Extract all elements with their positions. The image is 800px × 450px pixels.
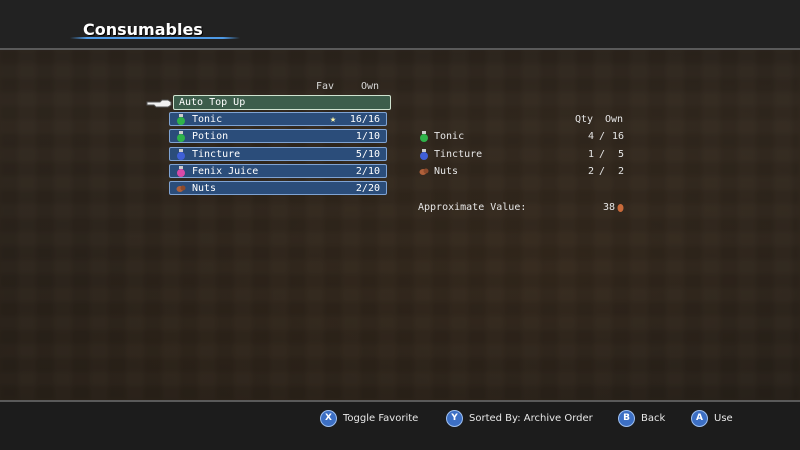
auto-top-up-button[interactable]: Auto Top Up (173, 95, 391, 110)
x-button-icon: X (320, 409, 337, 427)
nuts-icon (419, 168, 429, 175)
header-bar: Consumables (0, 0, 800, 50)
a-button-icon: A (691, 409, 708, 427)
item-name: Nuts (192, 183, 217, 194)
summary-item-qty: 1 (588, 149, 595, 160)
b-button-icon: B (618, 409, 635, 427)
item-own: 2/10 (355, 166, 380, 177)
hint-back[interactable]: B Back (618, 409, 665, 427)
item-own: 1/10 (355, 131, 380, 142)
hint-sort[interactable]: Y Sorted By: Archive Order (446, 409, 593, 427)
approximate-value-label: Approximate Value: (418, 202, 527, 213)
tincture-icon (177, 149, 185, 160)
tonic-icon (177, 114, 185, 125)
item-name: Tonic (192, 114, 223, 125)
column-header-own: Own (361, 81, 380, 92)
summary-item-own: 5 (618, 149, 625, 160)
approximate-value: 38 (603, 202, 616, 213)
item-own: 2/20 (355, 183, 380, 194)
potion-icon (177, 131, 185, 142)
list-item-tonic[interactable]: Tonic ★ 16/16 (169, 112, 387, 126)
summary-separator: / (599, 166, 606, 177)
background-dim (0, 48, 800, 400)
hand-pointer-icon (146, 99, 172, 108)
title-underline (70, 37, 240, 39)
summary-separator: / (599, 131, 606, 142)
hint-label: Toggle Favorite (343, 412, 419, 424)
tonic-icon (420, 131, 428, 142)
favorite-star-icon: ★ (329, 114, 336, 125)
nuts-icon (176, 185, 186, 192)
summary-item-own: 2 (618, 166, 625, 177)
item-name: Tincture (192, 149, 241, 160)
summary-item-qty: 4 (588, 131, 595, 142)
item-name: Potion (192, 131, 229, 142)
summary-item-name: Tincture (434, 149, 483, 160)
tincture-icon (420, 149, 428, 160)
summary-header-own: Own (605, 114, 624, 125)
hint-label: Sorted By: Archive Order (469, 412, 593, 424)
item-own: 5/10 (355, 149, 380, 160)
auto-top-up-label: Auto Top Up (179, 97, 246, 108)
summary-item-name: Tonic (434, 131, 465, 142)
column-header-fav: Fav (316, 81, 335, 92)
currency-icon (617, 204, 624, 212)
summary-item-own: 16 (612, 131, 625, 142)
summary-separator: / (599, 149, 606, 160)
fenix-juice-icon (177, 166, 185, 177)
list-item-potion[interactable]: Potion 1/10 (169, 129, 387, 143)
hint-use[interactable]: A Use (691, 409, 733, 427)
list-item-fenix-juice[interactable]: Fenix Juice 2/10 (169, 164, 387, 178)
hint-label: Back (641, 412, 666, 424)
summary-item-name: Nuts (434, 166, 459, 177)
summary-item-qty: 2 (588, 166, 595, 177)
item-own: 16/16 (349, 114, 380, 125)
game-screen: Consumables Fav Own Auto Top Up Tonic ★ … (0, 0, 800, 450)
list-item-nuts[interactable]: Nuts 2/20 (169, 181, 387, 195)
list-item-tincture[interactable]: Tincture 5/10 (169, 147, 387, 161)
summary-header-qty: Qty (575, 114, 594, 125)
hint-toggle-favorite[interactable]: X Toggle Favorite (320, 409, 418, 427)
item-name: Fenix Juice (192, 166, 259, 177)
y-button-icon: Y (446, 409, 463, 427)
hint-label: Use (714, 412, 733, 424)
